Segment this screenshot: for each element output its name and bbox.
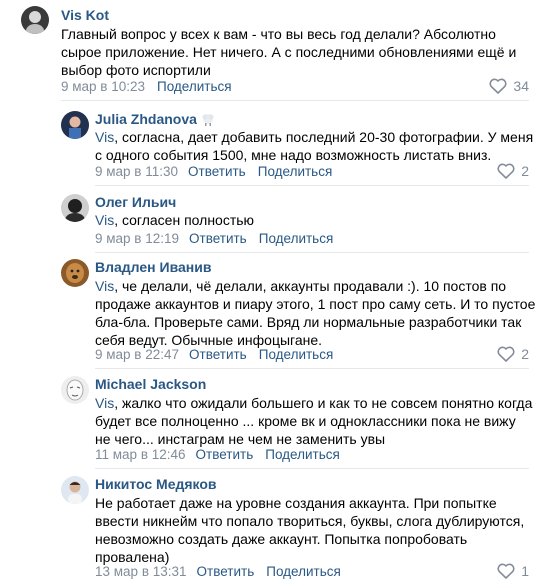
comment-text: Vis, жалко что ожидали большего и как то… — [95, 394, 532, 448]
comments-thread: Vis Kot Главный вопрос у всех к вам - чт… — [0, 0, 549, 582]
comment-meta: 9 мар в 22:47 Ответить Поделиться — [95, 347, 333, 362]
comment-text: Vis, согласна, дает добавить последний 2… — [95, 128, 533, 164]
comment-text-line: Главный вопрос у всех к вам - что вы вес… — [61, 26, 496, 42]
divider — [95, 368, 529, 369]
comment-text-line: с одного события 1500, мне надо возможно… — [95, 147, 492, 163]
comment-meta: 9 мар в 10:23 Поделиться — [61, 79, 232, 94]
comment-meta: 9 мар в 12:19 Ответить Поделиться — [95, 231, 333, 246]
share-link[interactable]: Поделиться — [258, 164, 333, 179]
like-count: 2 — [521, 163, 529, 179]
comment-author[interactable]: Vis Kot — [61, 7, 109, 23]
comment-text-line: выбор фото испортили — [61, 62, 211, 78]
comment-date[interactable]: 9 мар в 12:19 — [95, 231, 179, 246]
heart-icon — [489, 78, 507, 94]
divider — [95, 252, 529, 253]
avatar[interactable] — [61, 194, 89, 222]
like-count: 34 — [513, 78, 529, 94]
comment-date[interactable]: 13 мар в 13:31 — [95, 564, 187, 579]
comment-text-line: бла-бла. Проверьте сами. Вряд ли нормаль… — [95, 314, 522, 330]
comment-text-line: Не работает даже на уровне создания акка… — [95, 495, 497, 511]
like-button[interactable]: 1 — [497, 563, 529, 579]
avatar[interactable] — [61, 259, 89, 287]
share-link[interactable]: Поделиться — [266, 564, 341, 579]
comment-author[interactable]: Julia Zhdanova — [95, 111, 215, 129]
comment-text-line: не чего... инстаграм не чем не заменить … — [95, 431, 386, 447]
avatar[interactable] — [21, 6, 49, 34]
reply-link[interactable]: Ответить — [189, 231, 247, 246]
comment-text-line: , согласен полностью — [114, 212, 255, 228]
like-count: 2 — [521, 346, 529, 362]
comment-meta: 11 мар в 12:46 Ответить Поделиться — [95, 447, 340, 462]
heart-icon — [497, 163, 515, 179]
comment-text: Vis, согласен полностью — [95, 211, 254, 229]
comment-text: Vis, че делали, чё делали, аккаунты прод… — [95, 277, 535, 349]
comment-author[interactable]: Michael Jackson — [95, 376, 206, 392]
reply-link[interactable]: Ответить — [197, 564, 255, 579]
avatar[interactable] — [61, 111, 89, 139]
divider — [95, 468, 529, 469]
share-link[interactable]: Поделиться — [265, 447, 340, 462]
comment-date[interactable]: 9 мар в 22:47 — [95, 347, 179, 362]
share-link[interactable]: Поделиться — [259, 347, 334, 362]
mention-link[interactable]: Vis — [95, 278, 114, 294]
divider — [95, 185, 529, 186]
mention-link[interactable]: Vis — [95, 395, 114, 411]
comment-author[interactable]: Никитос Медяков — [95, 476, 217, 492]
comment-date[interactable]: 9 мар в 11:30 — [95, 164, 178, 179]
comment-text-line: , жалко что ожидали большего и как то не… — [114, 395, 533, 411]
comment-meta: 9 мар в 11:30 Ответить Поделиться — [95, 164, 332, 179]
reply-link[interactable]: Ответить — [189, 347, 247, 362]
comment-text: Не работает даже на уровне создания акка… — [95, 494, 524, 566]
comment-text-line: , че делали, чё делали, аккаунты продава… — [114, 278, 507, 294]
heart-icon — [497, 346, 515, 362]
like-button[interactable]: 34 — [489, 78, 529, 94]
like-button[interactable]: 2 — [497, 346, 529, 362]
like-button[interactable]: 2 — [497, 163, 529, 179]
comment-date[interactable]: 9 мар в 10:23 — [61, 79, 145, 94]
mention-link[interactable]: Vis — [95, 212, 114, 228]
share-link[interactable]: Поделиться — [157, 79, 232, 94]
comment-author[interactable]: Олег Ильич — [95, 194, 176, 210]
comment-text-line: невозможно создать даже аккаунт. Попытка… — [95, 531, 468, 547]
comment-date[interactable]: 11 мар в 12:46 — [95, 447, 186, 462]
divider — [61, 100, 529, 101]
sheep-emoji-icon — [201, 113, 215, 129]
comment-text-line: , согласна, дает добавить последний 20-3… — [114, 129, 534, 145]
comment-text-line: продаже аккаунтов и пиару этого, 1 пост … — [95, 296, 536, 312]
comment-text: Главный вопрос у всех к вам - что вы вес… — [61, 25, 516, 79]
heart-icon — [497, 563, 515, 579]
share-link[interactable]: Поделиться — [259, 231, 334, 246]
avatar[interactable] — [61, 376, 89, 404]
like-count: 1 — [521, 563, 529, 579]
reply-link[interactable]: Ответить — [196, 447, 254, 462]
comment-author[interactable]: Владлен Иванив — [95, 259, 211, 275]
comment-text-line: сырое приложение. Нет ничего. А с послед… — [61, 44, 517, 60]
reply-link[interactable]: Ответить — [188, 164, 246, 179]
avatar[interactable] — [61, 476, 89, 504]
comment-meta: 13 мар в 13:31 Ответить Поделиться — [95, 564, 341, 579]
mention-link[interactable]: Vis — [95, 129, 114, 145]
comment-text-line: ввести никнейм что попало твориться, бук… — [95, 513, 525, 529]
comment-text-line: будет все полноценно ... кроме вк и одно… — [95, 413, 516, 429]
comment-author-name: Julia Zhdanova — [95, 111, 197, 127]
